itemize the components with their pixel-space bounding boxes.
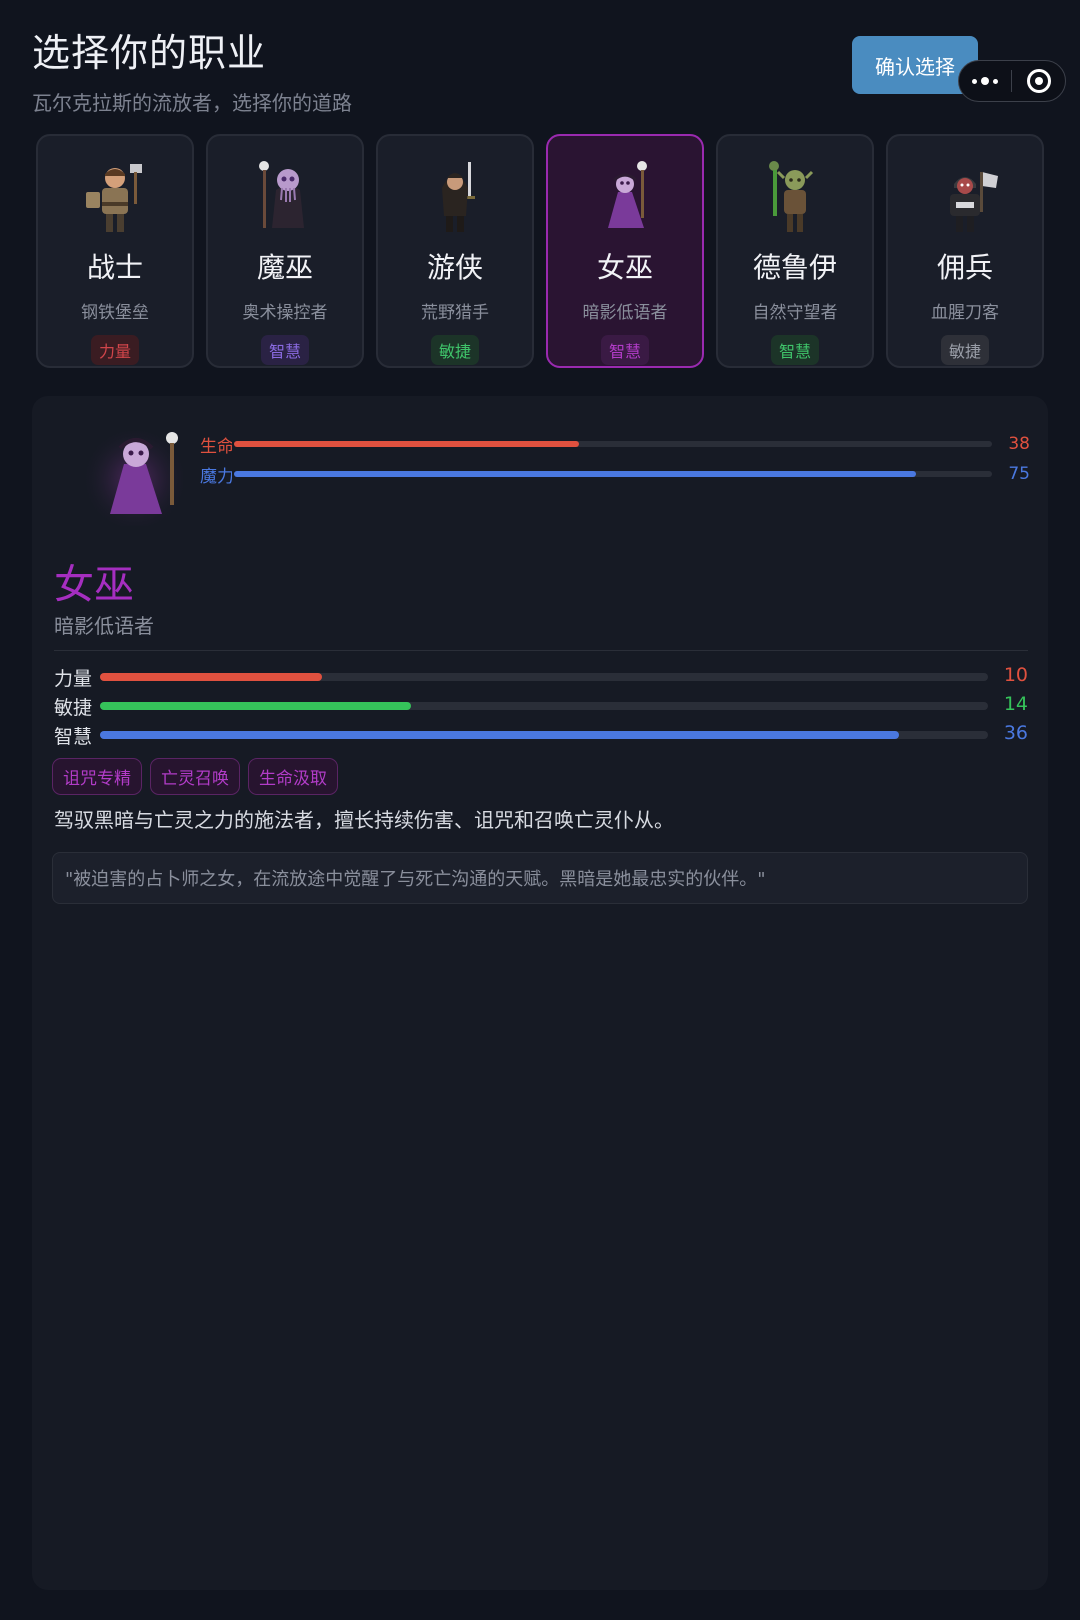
class-subtitle: 钢铁堡垒 <box>81 303 149 323</box>
class-name: 战士 <box>86 251 143 284</box>
class-card-warrior[interactable]: 战士 钢铁堡垒 力量 <box>36 134 194 368</box>
warrior-icon <box>86 164 142 232</box>
class-attribute-badge: 敏捷 <box>940 335 989 365</box>
miniprogram-capsule <box>958 60 1066 102</box>
class-card-ranger[interactable]: 游侠 荒野猎手 敏捷 <box>376 134 534 368</box>
class-subtitle: 暗影低语者 <box>582 303 668 323</box>
attribute-fill <box>100 731 900 739</box>
class-name: 佣兵 <box>936 251 993 284</box>
attribute-track <box>100 731 988 739</box>
class-attribute-badge: 智慧 <box>600 335 649 365</box>
class-card-mercenary[interactable]: 佣兵 血腥刀客 敏捷 <box>886 134 1044 368</box>
class-card-druid[interactable]: 德鲁伊 自然守望者 智慧 <box>716 134 874 368</box>
attribute-fill <box>100 702 411 710</box>
divider <box>54 650 1028 651</box>
attribute-label: 敏捷 <box>54 697 93 719</box>
druid-icon <box>769 161 814 232</box>
attribute-label: 智慧 <box>54 726 93 748</box>
page-header: 选择你的职业 瓦尔克拉斯的流放者，选择你的道路 <box>32 22 352 116</box>
class-name: 女巫 <box>596 251 653 284</box>
mind-flayer-icon <box>259 161 304 228</box>
attribute-value: 10 <box>1003 664 1028 686</box>
attribute-track <box>100 673 988 681</box>
class-attribute-badge: 智慧 <box>770 335 819 365</box>
class-card-mindflayer[interactable]: 魔巫 奥术操控者 智慧 <box>206 134 364 368</box>
mp-track <box>234 471 992 477</box>
hero-name: 女巫 <box>54 562 134 608</box>
mp-label: 魔力 <box>200 466 232 487</box>
page-subtitle: 瓦尔克拉斯的流放者，选择你的道路 <box>32 91 352 115</box>
class-list: 战士 钢铁堡垒 力量 魔巫 奥术操控者 智慧 游侠 荒野猎手 敏捷 女巫 暗影低… <box>36 134 1046 368</box>
class-attribute-badge: 智慧 <box>260 335 309 365</box>
attribute-value: 36 <box>1003 722 1028 744</box>
class-description: 驾驭黑暗与亡灵之力的施法者，擅长持续伤害、诅咒和召唤亡灵仆从。 <box>54 808 674 832</box>
attribute-label: 力量 <box>54 668 93 690</box>
hp-label: 生命 <box>200 436 232 457</box>
class-subtitle: 自然守望者 <box>752 303 838 323</box>
attribute-wisdom: 智慧 36 <box>54 722 1028 748</box>
hero-subtitle: 暗影低语者 <box>54 614 154 638</box>
hp-value: 38 <box>1008 434 1030 454</box>
class-card-witch[interactable]: 女巫 暗影低语者 智慧 <box>546 134 704 368</box>
witch-icon <box>608 161 647 228</box>
mp-bar: 魔力 75 <box>200 462 1030 487</box>
class-attribute-badge: 敏捷 <box>430 335 479 365</box>
class-subtitle: 荒野猎手 <box>421 303 489 323</box>
skill-tag: 生命汲取 <box>248 758 338 795</box>
hp-track <box>234 441 992 447</box>
mp-fill <box>234 471 917 477</box>
class-subtitle: 奥术操控者 <box>242 303 328 323</box>
attribute-strength: 力量 10 <box>54 664 1028 690</box>
hp-fill <box>234 441 579 447</box>
class-name: 德鲁伊 <box>752 251 837 284</box>
skill-tag: 亡灵召唤 <box>150 758 240 795</box>
mp-value: 75 <box>1008 464 1030 484</box>
class-lore-quote: "被迫害的占卜师之女，在流放途中觉醒了与死亡沟通的天赋。黑暗是她最忠实的伙伴。" <box>52 852 1028 904</box>
class-detail-panel: 生命 38 魔力 75 女巫 暗影低语者 力量 10 敏捷 14 智慧 36 诅… <box>32 396 1048 1590</box>
attribute-value: 14 <box>1003 693 1028 715</box>
class-attribute-badge: 力量 <box>90 335 139 365</box>
attribute-track <box>100 702 988 710</box>
more-icon[interactable] <box>959 77 1011 85</box>
attribute-agility: 敏捷 14 <box>54 693 1028 719</box>
witch-icon <box>81 420 189 526</box>
hp-bar: 生命 38 <box>200 432 1030 457</box>
attribute-fill <box>100 673 322 681</box>
skill-tag: 诅咒专精 <box>52 758 142 795</box>
close-target-icon[interactable] <box>1012 69 1065 93</box>
class-subtitle: 血腥刀客 <box>931 303 999 323</box>
skill-tags: 诅咒专精 亡灵召唤 生命汲取 <box>52 758 338 795</box>
ranger-icon <box>442 162 475 232</box>
page-title: 选择你的职业 <box>32 31 267 75</box>
class-name: 游侠 <box>426 251 483 284</box>
class-name: 魔巫 <box>256 251 313 284</box>
mercenary-icon <box>950 172 998 232</box>
